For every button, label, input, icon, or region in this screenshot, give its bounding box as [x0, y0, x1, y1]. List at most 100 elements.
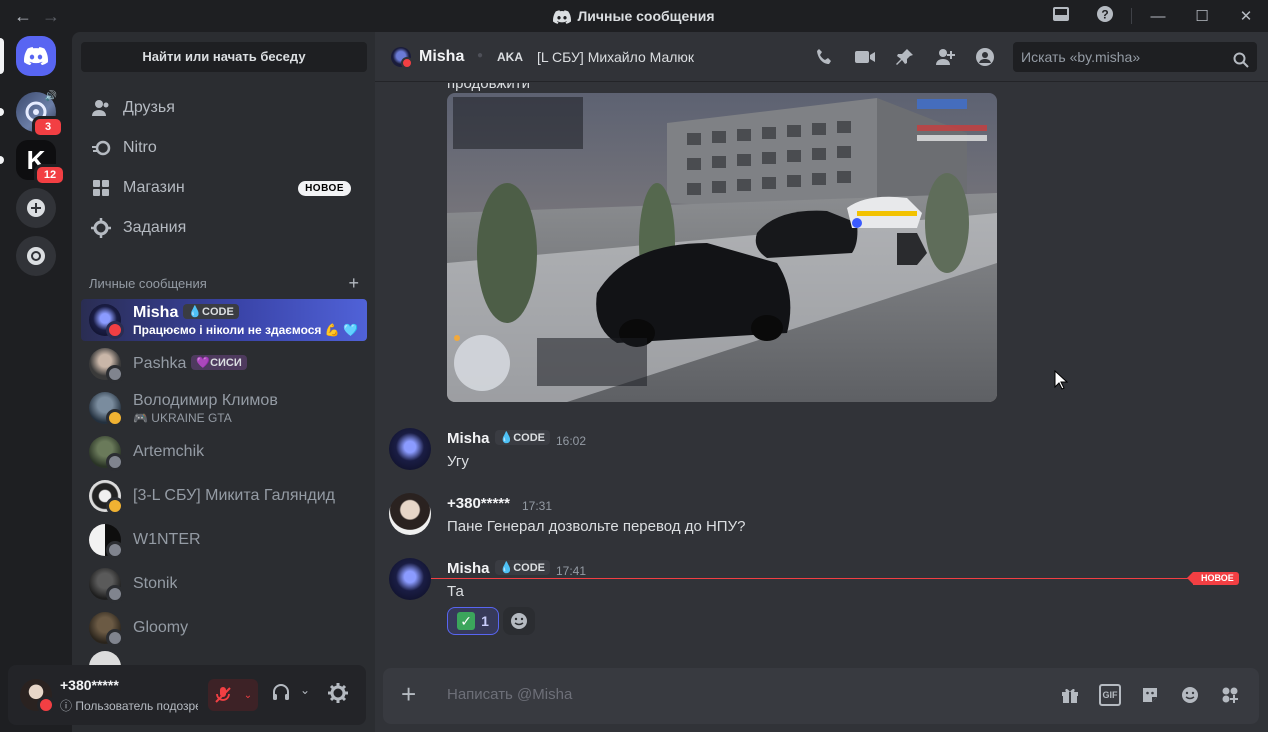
- plus-icon: [27, 199, 45, 217]
- avatar: [89, 651, 121, 665]
- mute-mic-button[interactable]: ⌄: [208, 679, 258, 711]
- nav-nitro[interactable]: Nitro: [81, 128, 367, 168]
- dm-item-mykyta[interactable]: [3-L СБУ] Микита Галяндид: [81, 475, 367, 517]
- user-name: +380*****: [60, 677, 119, 693]
- window-title-text: Личные сообщения: [577, 8, 715, 24]
- avatar: [89, 612, 124, 647]
- dnd-status-icon: [106, 321, 124, 339]
- maximize-icon[interactable]: ☐: [1180, 7, 1224, 25]
- clan-tag-text: CODE: [513, 562, 545, 574]
- avatar: [89, 568, 124, 603]
- discord-logo-icon: [553, 10, 572, 24]
- dm-item-misha[interactable]: Misha 💧CODE Працюємо і ніколи не здаємося…: [81, 299, 367, 341]
- selected-pill: [0, 38, 4, 74]
- pin-icon[interactable]: [893, 46, 917, 68]
- add-reaction-button[interactable]: [503, 607, 535, 635]
- user-panel: +380***** ⓘ Пользователь подозре ⌄ ⌄: [8, 665, 366, 725]
- minimize-icon[interactable]: —: [1136, 8, 1180, 25]
- dm-section-header: Личные сообщения +: [89, 273, 359, 294]
- title-bar: ← → Личные сообщения ? — ☐ ✕: [0, 0, 1268, 32]
- search-icon: [1233, 48, 1249, 78]
- home-button[interactable]: [16, 36, 56, 76]
- video-call-icon[interactable]: [853, 46, 877, 68]
- apps-icon[interactable]: [1219, 684, 1241, 706]
- message-avatar[interactable]: [389, 558, 431, 600]
- help-icon[interactable]: ?: [1083, 5, 1127, 27]
- find-conversation-button[interactable]: Найти или начать беседу: [81, 42, 367, 72]
- avatar: [89, 304, 124, 339]
- server-icon-k[interactable]: K 12: [16, 140, 66, 186]
- message-author[interactable]: Misha 💧CODE: [447, 430, 550, 447]
- dm-name: Gloomy: [133, 619, 189, 636]
- dm-name: Pashka: [133, 355, 187, 372]
- message-text: Угу: [447, 453, 469, 470]
- message-avatar[interactable]: [389, 428, 431, 470]
- add-friends-icon[interactable]: [933, 46, 957, 68]
- close-icon[interactable]: ✕: [1224, 7, 1268, 25]
- create-dm-plus-icon[interactable]: +: [348, 273, 359, 294]
- author-name: Misha: [447, 430, 490, 447]
- dm-item-stonik[interactable]: Stonik: [81, 563, 367, 605]
- chat-avatar[interactable]: [391, 47, 413, 69]
- dm-item-artemchik[interactable]: Artemchik: [81, 431, 367, 473]
- chat-title[interactable]: Misha: [419, 48, 464, 66]
- offline-status-icon: [106, 629, 124, 647]
- unread-pill: [0, 156, 4, 164]
- emoji-icon[interactable]: [1179, 684, 1201, 706]
- avatar: [89, 348, 124, 383]
- chat-header: Misha ● AKA [L СБУ] Михайло Малюк Искать…: [375, 32, 1268, 82]
- smiley-icon: [511, 613, 527, 629]
- dm-item-pashka[interactable]: Pashka 💜СИСИ: [81, 343, 367, 385]
- reaction-check[interactable]: ✓ 1: [447, 607, 499, 635]
- inbox-icon[interactable]: [1039, 6, 1083, 26]
- separator-dot: ●: [477, 50, 484, 61]
- dm-item-volodymyr[interactable]: Володимир Климов 🎮 UKRAINE GTA: [81, 387, 367, 429]
- upload-plus-icon[interactable]: +: [401, 681, 416, 707]
- friends-icon: [91, 98, 111, 118]
- message-timestamp: 17:41: [556, 564, 587, 578]
- clan-tag-text: СИСИ: [210, 357, 242, 369]
- sticker-icon[interactable]: [1139, 684, 1161, 706]
- discover-button[interactable]: [16, 236, 56, 276]
- chevron-down-icon[interactable]: ⌄: [244, 690, 252, 701]
- nav-label: Магазин: [123, 179, 185, 196]
- image-attachment[interactable]: [447, 93, 997, 402]
- new-messages-badge: НОВОЕ: [1187, 572, 1239, 585]
- message-input[interactable]: Написать @Misha: [447, 686, 572, 703]
- gift-icon[interactable]: [1059, 684, 1081, 706]
- user-avatar[interactable]: [20, 679, 55, 714]
- dm-item-gloomy[interactable]: Gloomy: [81, 607, 367, 649]
- chat-area: Misha ● AKA [L СБУ] Михайло Малюк Искать…: [375, 32, 1268, 732]
- server-icon-1[interactable]: 🔊 3: [16, 91, 64, 138]
- message-list: продовжити Misha 💧CODE 16:02 Угу +380***…: [375, 83, 1268, 663]
- voice-call-icon[interactable]: [813, 46, 837, 68]
- dm-item-w1nter[interactable]: W1NTER: [81, 519, 367, 561]
- user-status-text: Пользователь подозре: [75, 699, 198, 713]
- nav-friends[interactable]: Друзья: [81, 88, 367, 128]
- message-author[interactable]: Misha 💧CODE: [447, 560, 550, 577]
- add-server-button[interactable]: [16, 188, 56, 228]
- compass-icon: [27, 247, 45, 265]
- message-composer: + Написать @Misha GIF: [383, 668, 1259, 724]
- new-badge: НОВОЕ: [298, 180, 351, 196]
- unread-pill: [0, 108, 4, 116]
- nav-quests[interactable]: Задания: [81, 208, 367, 248]
- check-mark-icon: ✓: [457, 612, 476, 630]
- svg-text:?: ?: [1101, 8, 1108, 22]
- settings-gear-icon[interactable]: [328, 683, 348, 708]
- gif-icon[interactable]: GIF: [1099, 684, 1121, 706]
- message-avatar[interactable]: [389, 493, 431, 535]
- chevron-down-icon[interactable]: ⌄: [300, 683, 310, 697]
- dm-sidebar: Найти или начать беседу Друзья Nitro Маг…: [72, 32, 375, 732]
- dm-item-partial[interactable]: [81, 651, 367, 665]
- clan-tag: 💧CODE: [494, 430, 550, 445]
- nav-shop[interactable]: Магазин НОВОЕ: [81, 168, 367, 208]
- user-profile-icon[interactable]: [973, 46, 997, 68]
- quests-icon: [91, 218, 111, 238]
- clan-tag-text: CODE: [513, 432, 545, 444]
- offline-status-icon: [106, 585, 124, 603]
- search-input[interactable]: Искать «by.misha»: [1013, 42, 1257, 72]
- offline-status-icon: [106, 453, 124, 471]
- headphones-icon[interactable]: [272, 683, 290, 706]
- message-author[interactable]: +380*****: [447, 495, 510, 512]
